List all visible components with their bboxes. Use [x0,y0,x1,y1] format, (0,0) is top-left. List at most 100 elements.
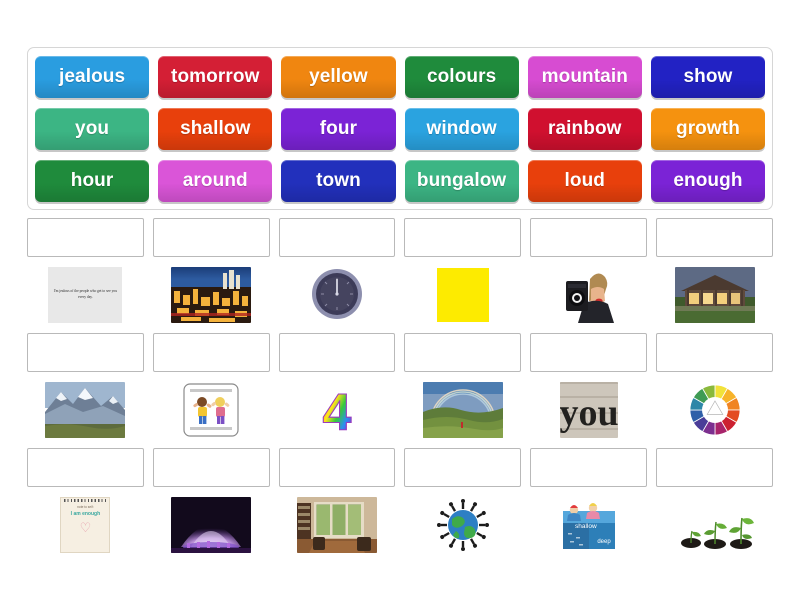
answer-cell [278,218,396,328]
activity-page: jealous tomorrow yellow colours mountain… [0,0,800,600]
word-tile-label: colours [426,66,497,87]
word-tile-hour[interactable]: hour [35,160,150,202]
answer-cell [656,333,773,443]
dropzone-children-jumping-card[interactable] [152,333,270,372]
word-tile-label: rainbow [548,118,622,139]
dropzone-rainbow-landscape[interactable] [404,333,522,372]
you-word-photo: you [559,382,618,438]
word-tile-around[interactable]: around [158,160,273,202]
word-tile-label: tomorrow [171,66,260,87]
word-tile-jealous[interactable]: jealous [35,56,150,98]
word-tile-label: jealous [59,66,126,87]
dropzone-rainbow-number-four[interactable] [278,333,396,372]
dropzone-colour-wheel[interactable] [656,333,773,372]
dropzone-living-room-window[interactable] [278,448,396,487]
snowy-mountain-photo [45,382,126,438]
picture-slot [404,496,521,554]
dropzone-jealous-quote-card[interactable] [27,218,144,257]
word-tile-label: four [319,118,358,139]
dropzone-you-word[interactable] [530,333,648,372]
word-tile-growth[interactable]: growth [650,108,766,150]
word-tile-label: yellow [309,66,368,87]
quote-text: I'm jealous of the people who get to see… [53,289,118,299]
word-tile-shallow[interactable]: shallow [158,108,273,150]
word-bank-row-1: jealous tomorrow yellow colours mountain… [35,56,766,98]
word-tile-you[interactable]: you [35,108,150,150]
answer-row-3: note to self: I am enough ♡ shallow deep [27,448,773,558]
word-bank: jealous tomorrow yellow colours mountain… [27,47,773,210]
rainbow-landscape-photo [422,382,503,438]
fountain-light-show-photo [171,497,252,553]
word-tile-label: mountain [541,66,628,87]
answer-cell [656,218,773,328]
word-tile-mountain[interactable]: mountain [527,56,642,98]
clock-face-image [312,269,363,319]
picture-slot [656,266,773,324]
word-tile-bungalow[interactable]: bungalow [404,160,519,202]
dropzone-fountain-light-show[interactable] [152,448,270,487]
answer-cell [656,448,773,558]
answer-cell [152,333,270,443]
dropzone-bungalow-house[interactable] [656,218,773,257]
answer-cell: note to self: I am enough ♡ [27,448,144,558]
picture-slot: shallow deep [530,496,647,554]
word-tile-label: you [75,118,110,139]
picture-slot [530,266,647,324]
notepad-main-text: I am enough [70,511,101,517]
dropzone-loud-shouting[interactable] [530,218,648,257]
word-tile-window[interactable]: window [404,108,519,150]
answer-cell: shallow deep [530,448,648,558]
answer-cell [278,448,396,558]
svg-text:shallow: shallow [575,523,597,530]
dropzone-clock-face[interactable] [278,218,396,257]
shouting-person-speaker-photo [559,267,618,323]
picture-slot [656,381,773,439]
globe-people-around-image [436,499,489,551]
shallow-deep-pool-diagram: shallow deep [559,497,618,553]
notepad-small-text: note to self: [77,505,94,509]
word-tile-yellow[interactable]: yellow [281,56,396,98]
heart-icon: ♡ [79,520,92,535]
word-tile-rainbow[interactable]: rainbow [527,108,642,150]
dropzone-seedlings-growth[interactable] [656,448,773,487]
word-tile-loud[interactable]: loud [527,160,642,202]
jealous-quote-card-image: I'm jealous of the people who get to see… [48,267,123,323]
word-tile-label: growth [675,118,740,139]
answer-cell [27,333,144,443]
spiral-binding-icon [64,499,107,502]
word-tile-town[interactable]: town [281,160,396,202]
picture-slot: you [530,381,647,439]
dropzone-shallow-deep-pool[interactable] [530,448,648,487]
word-tile-label: bungalow [416,170,507,191]
svg-text:you: you [560,392,618,434]
children-jumping-card [183,383,239,437]
bungalow-house-photo [674,267,755,323]
colour-wheel-image [689,384,740,436]
living-room-window-photo [297,497,378,553]
dropzone-i-am-enough-notepad[interactable] [27,448,144,487]
word-tile-label: around [182,170,248,191]
answer-cell: 4 [278,333,396,443]
word-tile-show[interactable]: show [650,56,766,98]
svg-text:deep: deep [597,539,611,545]
dropzone-globe-people-around[interactable] [404,448,522,487]
picture-slot [27,381,144,439]
answer-cell [152,448,270,558]
seedlings-growth-image [674,497,755,553]
answer-cell [152,218,270,328]
answer-cell [404,218,522,328]
word-tile-four[interactable]: four [281,108,396,150]
dropzone-city-at-night[interactable] [152,218,270,257]
city-at-night-photo [171,267,252,323]
word-tile-tomorrow[interactable]: tomorrow [158,56,273,98]
word-tile-enough[interactable]: enough [650,160,766,202]
answer-row-2: 4 you [27,333,773,443]
word-tile-label: enough [673,170,743,191]
dropzone-yellow-swatch[interactable] [404,218,522,257]
word-tile-colours[interactable]: colours [404,56,519,98]
dropzone-snowy-mountain[interactable] [27,333,144,372]
picture-slot [153,496,270,554]
picture-slot: note to self: I am enough ♡ [27,496,144,554]
word-tile-label: window [426,118,497,139]
picture-slot [279,266,396,324]
